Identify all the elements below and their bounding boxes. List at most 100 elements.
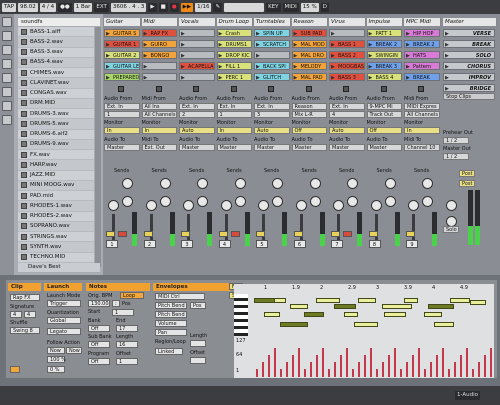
monitor-select[interactable]: Auto (329, 127, 365, 134)
clip-slot[interactable] (141, 73, 177, 81)
pitch-bend-select-2[interactable]: Pitch Bend (155, 311, 187, 318)
browser-file-row[interactable]: HARP.wav (18, 160, 94, 171)
browser-file-row[interactable]: JAZZ.MID (18, 170, 94, 181)
env-offset-field[interactable] (190, 357, 206, 364)
velocity-bar[interactable] (286, 362, 288, 377)
track-number-button[interactable]: 9 (406, 240, 418, 248)
clip-name-field[interactable]: Rap FX (10, 294, 40, 301)
clip-slot[interactable]: MELODY (291, 62, 327, 70)
launch-mode-select[interactable]: Trigger (47, 300, 81, 307)
audio-from-select[interactable]: Ext. In (216, 103, 252, 110)
stop-clip-button[interactable] (305, 86, 312, 92)
mute-button[interactable] (256, 231, 265, 237)
velocity-bar[interactable] (274, 348, 276, 377)
send-b-knob[interactable] (347, 196, 358, 207)
clip-slot[interactable]: BASS 3 (329, 73, 365, 81)
velocity-bar[interactable] (382, 362, 384, 377)
post-button-2[interactable]: Post (459, 180, 475, 187)
start-field[interactable]: 1 (112, 309, 134, 316)
input-channel-select[interactable]: 4 (329, 111, 365, 118)
velocity-bar[interactable] (316, 355, 318, 377)
midi-ctrl-select[interactable]: MIDI Ctrl (155, 293, 205, 300)
clip-slot[interactable] (329, 29, 365, 37)
arm-record-button[interactable] (118, 231, 127, 237)
mute-button[interactable] (331, 231, 340, 237)
track-title[interactable]: Drum Loop (216, 18, 253, 26)
velocity-bar[interactable] (358, 362, 360, 377)
signature-den[interactable]: 4 (24, 311, 36, 318)
scene-launch[interactable]: IMPROV (443, 73, 495, 81)
velocity-bar[interactable] (424, 369, 426, 377)
browser-file-row[interactable]: RHODES-2.wav (18, 211, 94, 222)
velocity-bar[interactable] (448, 369, 450, 377)
env-length-field[interactable] (190, 340, 206, 347)
follow-action-b[interactable]: Now (66, 347, 82, 354)
midi-note[interactable] (404, 298, 418, 303)
pan-knob[interactable] (370, 200, 382, 211)
midi-note[interactable] (384, 312, 406, 317)
piano-keys[interactable] (234, 294, 248, 336)
midi-note[interactable] (450, 298, 470, 303)
bank-field[interactable]: Off (88, 325, 110, 332)
follow-chance-a[interactable]: 100 % (47, 356, 66, 363)
browser-file-row[interactable]: PAD.mid (18, 191, 94, 202)
clip-slot[interactable] (141, 62, 177, 70)
plugin-icon[interactable] (2, 59, 12, 69)
mute-button[interactable] (293, 231, 303, 237)
input-channel-select[interactable]: 3 (254, 111, 290, 118)
stop-clip-button[interactable] (268, 86, 274, 92)
track-title[interactable]: Vocals (179, 18, 216, 26)
midi-note[interactable] (304, 312, 324, 317)
velocity-bar[interactable] (346, 348, 348, 377)
pan-knob[interactable] (183, 200, 194, 211)
clip-slot[interactable]: HATS (404, 51, 440, 59)
arm-record-button[interactable] (230, 231, 240, 237)
pan-knob[interactable] (295, 200, 307, 211)
send-b-knob[interactable] (272, 196, 283, 207)
audio-from-select[interactable]: Ext. In (104, 103, 140, 110)
browser-file-row[interactable]: TECHNO.MID (18, 252, 94, 263)
track-number-button[interactable]: 1 (106, 240, 118, 248)
audio-to-select[interactable]: Master (329, 144, 365, 151)
stop-icon[interactable]: ■ (158, 2, 168, 12)
mute-button[interactable] (406, 231, 415, 237)
cue-volume-knob[interactable] (446, 200, 457, 211)
scene-launch[interactable]: VERSE (443, 29, 495, 37)
browser-file-row[interactable]: DRM.MID (18, 98, 94, 109)
clip-slot[interactable]: BREAK 2 (404, 40, 440, 48)
audio-to-select[interactable]: Master (179, 144, 215, 151)
clip-slot[interactable]: RAP FX (141, 29, 177, 37)
send-b-knob[interactable] (197, 196, 208, 207)
browser-file-row[interactable]: DRUMS-6.aif2 (18, 129, 94, 140)
midi-note[interactable] (382, 304, 412, 309)
env-pos-field[interactable]: Pos (190, 302, 206, 309)
follow-action-a[interactable]: Now (47, 347, 65, 354)
browser-file-row[interactable]: CLAVINET.wav (18, 78, 94, 89)
browser-file-row[interactable]: STRINGS.wav (18, 232, 94, 243)
monitor-select[interactable]: Off (291, 127, 327, 134)
velocity-bar[interactable] (256, 369, 258, 377)
loop-button[interactable]: Loop (120, 292, 144, 299)
monitor-select[interactable]: In (141, 127, 177, 134)
hotswap-icon[interactable] (2, 73, 12, 83)
clip-slot[interactable]: GUITAR 2 (104, 51, 140, 59)
clip-slot[interactable]: ACAPELLA (179, 62, 215, 70)
clip-slot[interactable]: MAL MOD (291, 40, 327, 48)
clip-slot[interactable]: GUIRO (141, 40, 177, 48)
browser-file-row[interactable]: BASS-4.wav (18, 57, 94, 68)
send-a-knob[interactable] (122, 178, 133, 189)
position-field[interactable]: 3606 . 4 . 3 (110, 2, 147, 12)
clip-slot[interactable]: GUITAR S (104, 29, 140, 37)
track-number-button[interactable]: 4 (218, 240, 231, 248)
pan-knob[interactable] (108, 200, 119, 211)
midi-note[interactable] (470, 300, 486, 305)
clip-slot[interactable]: DROP KIC (216, 51, 252, 59)
meter-field[interactable]: 4 / 4 (39, 2, 57, 12)
scene-launch[interactable]: BRIDGE (443, 84, 495, 92)
clip-slot[interactable]: SPIN UP (254, 29, 290, 37)
velocity-bar[interactable] (334, 362, 336, 377)
pitch-bend-select[interactable]: Pitch Bend (155, 302, 187, 309)
send-a-knob[interactable] (422, 178, 433, 189)
clip-slot[interactable]: GLITCH (254, 73, 290, 81)
clip-slot[interactable] (179, 73, 215, 81)
